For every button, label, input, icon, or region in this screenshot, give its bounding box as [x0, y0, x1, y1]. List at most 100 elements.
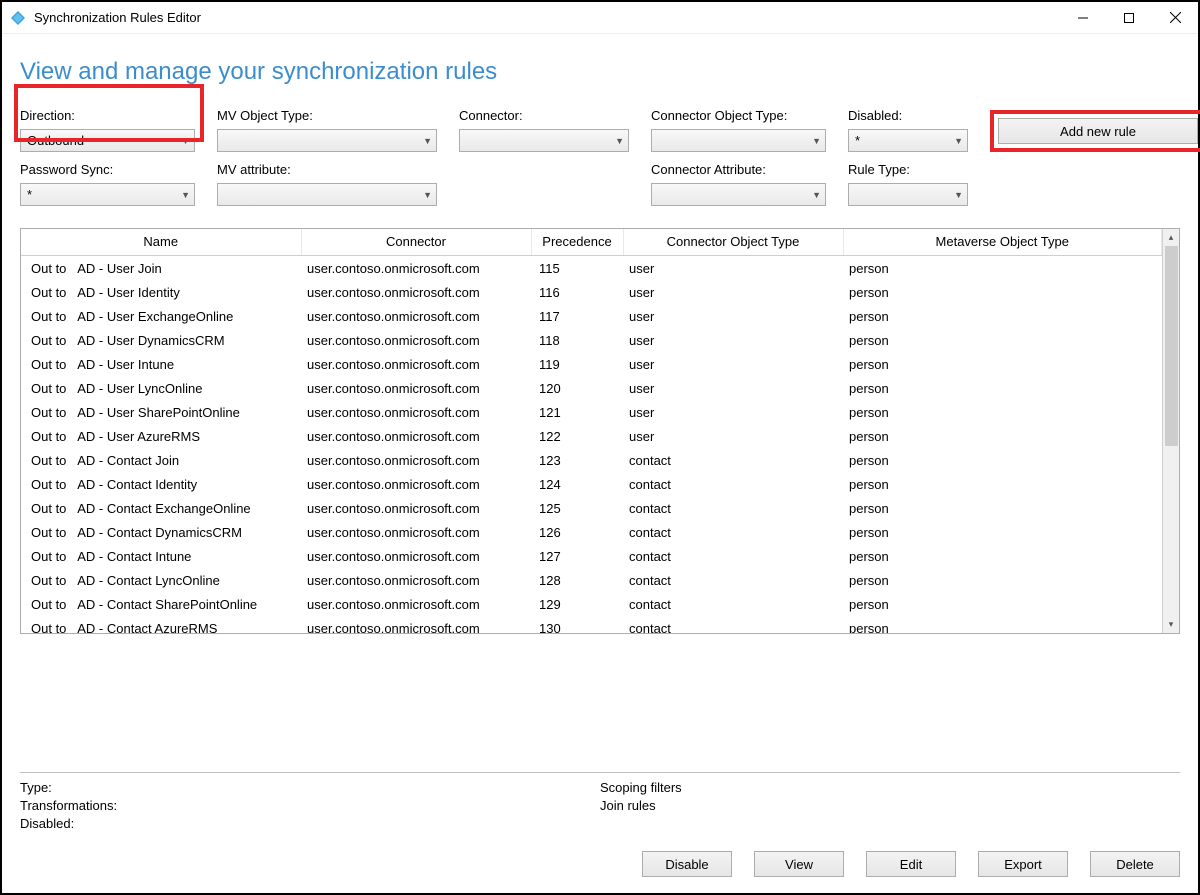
cell-mvt: person [843, 448, 1162, 472]
vertical-scrollbar[interactable]: ▴ ▾ [1162, 229, 1179, 633]
cell-name: Out to AD - User SharePointOnline [21, 400, 301, 424]
connector-combo[interactable]: ▼ [459, 129, 629, 152]
view-button[interactable]: View [754, 851, 844, 877]
table-row[interactable]: Out to AD - User Intuneuser.contoso.onmi… [21, 352, 1162, 376]
cell-cot: user [623, 352, 843, 376]
cell-cot: user [623, 424, 843, 448]
col-header-name[interactable]: Name [21, 229, 301, 255]
cell-name: Out to AD - User Identity [21, 280, 301, 304]
cell-precedence: 124 [531, 472, 623, 496]
mv-object-type-combo[interactable]: ▼ [217, 129, 437, 152]
cell-precedence: 116 [531, 280, 623, 304]
mv-attribute-combo[interactable]: ▼ [217, 183, 437, 206]
table-row[interactable]: Out to AD - Contact LyncOnlineuser.conto… [21, 568, 1162, 592]
table-row[interactable]: Out to AD - Contact SharePointOnlineuser… [21, 592, 1162, 616]
cell-mvt: person [843, 328, 1162, 352]
rule-type-combo[interactable]: ▼ [848, 183, 968, 206]
cell-mvt: person [843, 616, 1162, 633]
cell-connector: user.contoso.onmicrosoft.com [301, 400, 531, 424]
connector-object-type-combo[interactable]: ▼ [651, 129, 826, 152]
bottom-panel: Type: Transformations: Disabled: Scoping… [20, 772, 1180, 877]
col-header-connector[interactable]: Connector [301, 229, 531, 255]
cell-mvt: person [843, 304, 1162, 328]
chevron-down-icon: ▼ [423, 190, 432, 200]
rules-table: Name Connector Precedence Connector Obje… [20, 228, 1180, 634]
cell-name: Out to AD - Contact Join [21, 448, 301, 472]
chevron-down-icon: ▼ [615, 136, 624, 146]
cell-name: Out to AD - Contact AzureRMS [21, 616, 301, 633]
cell-connector: user.contoso.onmicrosoft.com [301, 592, 531, 616]
table-row[interactable]: Out to AD - User ExchangeOnlineuser.cont… [21, 304, 1162, 328]
cell-precedence: 123 [531, 448, 623, 472]
col-header-precedence[interactable]: Precedence [531, 229, 623, 255]
cell-cot: contact [623, 544, 843, 568]
add-new-rule-button[interactable]: Add new rule [998, 118, 1198, 144]
cell-mvt: person [843, 592, 1162, 616]
scroll-up-arrow-icon[interactable]: ▴ [1163, 229, 1179, 246]
table-row[interactable]: Out to AD - User AzureRMSuser.contoso.on… [21, 424, 1162, 448]
table-row[interactable]: Out to AD - Contact Identityuser.contoso… [21, 472, 1162, 496]
cell-name: Out to AD - User DynamicsCRM [21, 328, 301, 352]
direction-label: Direction: [20, 108, 195, 123]
disabled-value: * [855, 133, 860, 148]
window-title: Synchronization Rules Editor [34, 10, 201, 25]
cell-connector: user.contoso.onmicrosoft.com [301, 496, 531, 520]
chevron-down-icon: ▼ [181, 190, 190, 200]
table-row[interactable]: Out to AD - User DynamicsCRMuser.contoso… [21, 328, 1162, 352]
maximize-button[interactable] [1106, 2, 1152, 34]
chevron-down-icon: ▼ [812, 190, 821, 200]
chevron-down-icon: ▼ [181, 136, 190, 146]
cell-connector: user.contoso.onmicrosoft.com [301, 616, 531, 633]
cell-name: Out to AD - Contact Identity [21, 472, 301, 496]
connector-object-type-label: Connector Object Type: [651, 108, 826, 123]
cell-connector: user.contoso.onmicrosoft.com [301, 304, 531, 328]
close-button[interactable] [1152, 2, 1198, 34]
scrollbar-thumb[interactable] [1165, 246, 1178, 446]
disabled-combo[interactable]: * ▼ [848, 129, 968, 152]
direction-combo[interactable]: Outbound ▼ [20, 129, 195, 152]
scroll-down-arrow-icon[interactable]: ▾ [1163, 616, 1179, 633]
page-title: View and manage your synchronization rul… [2, 34, 1198, 96]
minimize-button[interactable] [1060, 2, 1106, 34]
cell-mvt: person [843, 544, 1162, 568]
table-row[interactable]: Out to AD - Contact AzureRMSuser.contoso… [21, 616, 1162, 633]
edit-button[interactable]: Edit [866, 851, 956, 877]
col-header-cot[interactable]: Connector Object Type [623, 229, 843, 255]
cell-mvt: person [843, 472, 1162, 496]
cell-connector: user.contoso.onmicrosoft.com [301, 568, 531, 592]
table-row[interactable]: Out to AD - User LyncOnlineuser.contoso.… [21, 376, 1162, 400]
table-row[interactable]: Out to AD - User SharePointOnlineuser.co… [21, 400, 1162, 424]
connector-attribute-combo[interactable]: ▼ [651, 183, 826, 206]
col-header-mvt[interactable]: Metaverse Object Type [843, 229, 1162, 255]
cell-name: Out to AD - Contact Intune [21, 544, 301, 568]
cell-cot: user [623, 304, 843, 328]
cell-cot: user [623, 400, 843, 424]
cell-name: Out to AD - User Join [21, 256, 301, 280]
mv-attribute-label: MV attribute: [217, 162, 437, 177]
cell-mvt: person [843, 280, 1162, 304]
cell-name: Out to AD - Contact ExchangeOnline [21, 496, 301, 520]
export-button[interactable]: Export [978, 851, 1068, 877]
cell-precedence: 127 [531, 544, 623, 568]
cell-connector: user.contoso.onmicrosoft.com [301, 448, 531, 472]
table-row[interactable]: Out to AD - Contact ExchangeOnlineuser.c… [21, 496, 1162, 520]
cell-cot: user [623, 280, 843, 304]
rule-type-label: Rule Type: [848, 162, 968, 177]
cell-mvt: person [843, 376, 1162, 400]
disabled-label: Disabled: [848, 108, 968, 123]
cell-name: Out to AD - User Intune [21, 352, 301, 376]
cell-connector: user.contoso.onmicrosoft.com [301, 352, 531, 376]
password-sync-combo[interactable]: * ▼ [20, 183, 195, 206]
cell-mvt: person [843, 496, 1162, 520]
cell-mvt: person [843, 568, 1162, 592]
table-row[interactable]: Out to AD - Contact Intuneuser.contoso.o… [21, 544, 1162, 568]
cell-mvt: person [843, 424, 1162, 448]
table-row[interactable]: Out to AD - User Identityuser.contoso.on… [21, 280, 1162, 304]
cell-connector: user.contoso.onmicrosoft.com [301, 376, 531, 400]
disable-button[interactable]: Disable [642, 851, 732, 877]
direction-value: Outbound [27, 133, 84, 148]
delete-button[interactable]: Delete [1090, 851, 1180, 877]
table-row[interactable]: Out to AD - Contact Joinuser.contoso.onm… [21, 448, 1162, 472]
table-row[interactable]: Out to AD - Contact DynamicsCRMuser.cont… [21, 520, 1162, 544]
table-row[interactable]: Out to AD - User Joinuser.contoso.onmicr… [21, 256, 1162, 280]
